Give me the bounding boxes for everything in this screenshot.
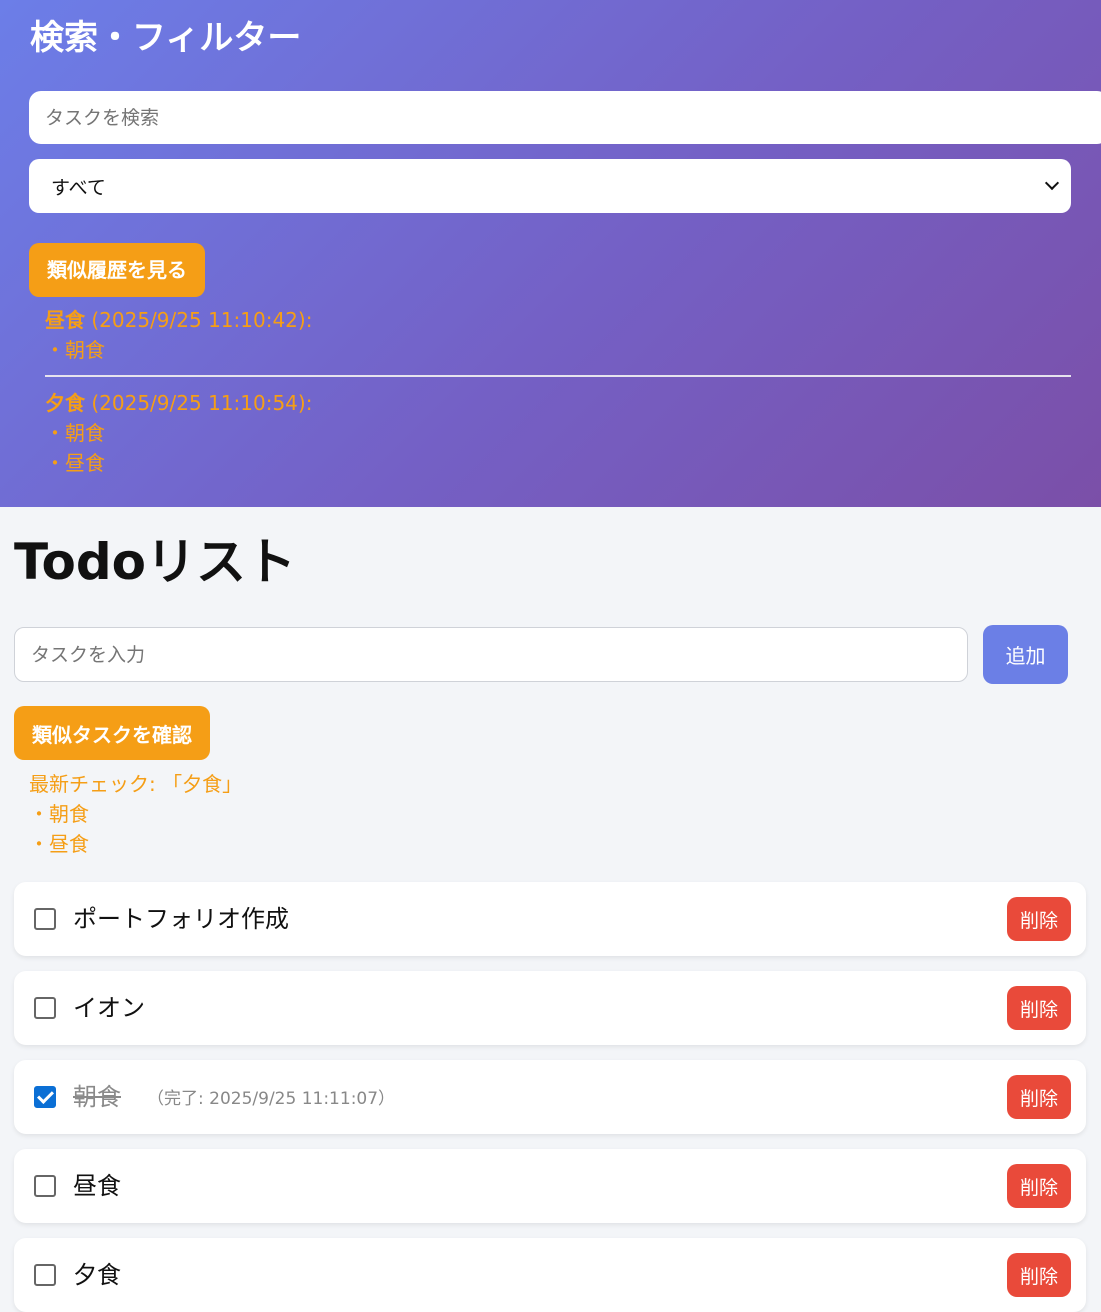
delete-button[interactable]: 削除: [1007, 1075, 1071, 1119]
task-input[interactable]: [14, 627, 968, 682]
history-entry-item: ・朝食: [45, 421, 105, 445]
chevron-down-icon: [1044, 175, 1060, 191]
history-entry: 夕食 (2025/9/25 11:10:54): ・朝食 ・昼食: [45, 388, 312, 478]
todo-item: 夕食 削除: [14, 1238, 1086, 1312]
todo-checkbox[interactable]: [34, 1264, 56, 1286]
history-entry-time: (2025/9/25 11:10:42):: [85, 308, 313, 332]
latest-check: 最新チェック: 「夕食」 ・朝食 ・昼食: [29, 769, 242, 859]
filter-panel: 検索・フィルター すべて 類似履歴を見る 昼食 (2025/9/25 11:10…: [0, 0, 1101, 507]
history-entry-item: ・昼食: [45, 451, 105, 475]
history-entry: 昼食 (2025/9/25 11:10:42): ・朝食: [45, 305, 312, 365]
todo-item: 朝食 （完了: 2025/9/25 11:11:07） 削除: [14, 1060, 1086, 1134]
todo-item: イオン 削除: [14, 971, 1086, 1045]
filter-select[interactable]: すべて: [29, 159, 1071, 213]
filter-select-value: すべて: [51, 176, 106, 199]
history-entry-header: 昼食 (2025/9/25 11:10:42):: [45, 305, 312, 335]
filter-title: 検索・フィルター: [30, 18, 302, 58]
history-entry-name: 夕食: [45, 391, 85, 415]
todo-text: イオン: [73, 994, 145, 1022]
search-input[interactable]: [29, 91, 1101, 144]
todo-item: ポートフォリオ作成 削除: [14, 882, 1086, 956]
history-divider: [45, 375, 1071, 377]
todo-text: 昼食: [73, 1172, 121, 1200]
page-title: Todoリスト: [14, 533, 296, 591]
latest-check-item: ・昼食: [29, 832, 89, 856]
history-entry-item: ・朝食: [45, 338, 105, 362]
delete-button[interactable]: 削除: [1007, 1253, 1071, 1297]
add-button[interactable]: 追加: [983, 625, 1068, 684]
todo-text: 朝食: [73, 1083, 121, 1111]
delete-button[interactable]: 削除: [1007, 897, 1071, 941]
delete-button[interactable]: 削除: [1007, 986, 1071, 1030]
delete-button[interactable]: 削除: [1007, 1164, 1071, 1208]
latest-check-label: 最新チェック: 「夕食」: [29, 772, 243, 796]
todo-completed-time: （完了: 2025/9/25 11:11:07）: [147, 1089, 396, 1109]
history-entry-time: (2025/9/25 11:10:54):: [85, 391, 313, 415]
history-entry-name: 昼食: [45, 308, 85, 332]
todo-checkbox[interactable]: [34, 1175, 56, 1197]
todo-checkbox[interactable]: [34, 1086, 56, 1108]
todo-text: 夕食: [73, 1261, 121, 1289]
todo-checkbox[interactable]: [34, 908, 56, 930]
check-similar-button[interactable]: 類似タスクを確認: [14, 706, 210, 760]
history-entry-header: 夕食 (2025/9/25 11:10:54):: [45, 388, 312, 418]
todo-text: ポートフォリオ作成: [73, 905, 289, 933]
latest-check-item: ・朝食: [29, 802, 89, 826]
todo-item: 昼食 削除: [14, 1149, 1086, 1223]
similar-history-button[interactable]: 類似履歴を見る: [29, 243, 205, 297]
todo-checkbox[interactable]: [34, 997, 56, 1019]
